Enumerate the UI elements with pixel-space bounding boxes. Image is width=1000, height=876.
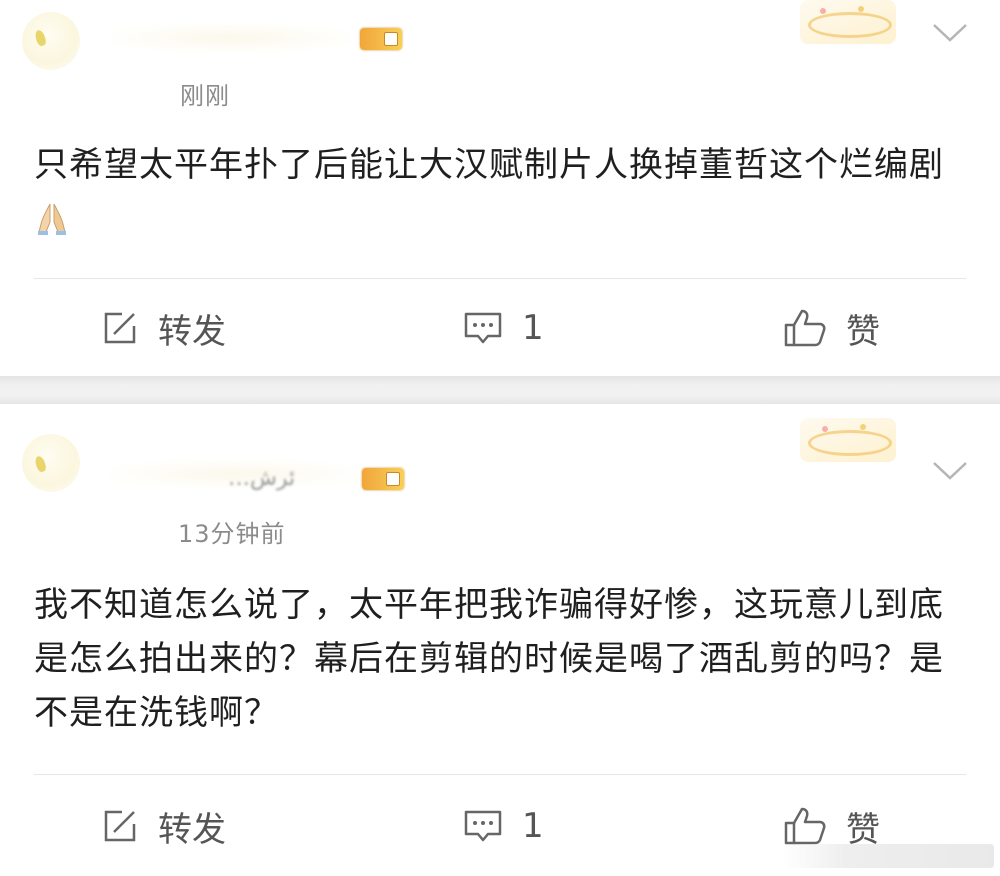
- watermark-overlay: [784, 844, 994, 868]
- chevron-down-icon[interactable]: [930, 458, 970, 484]
- repost-button[interactable]: 转发: [100, 298, 226, 358]
- decoration-card-icon: [800, 418, 896, 462]
- comment-button[interactable]: 1: [462, 796, 544, 856]
- comment-text: 只希望太平年扑了后能让大汉赋制片人换掉董哲这个烂编剧: [34, 138, 974, 252]
- comment-icon: [464, 312, 502, 344]
- repost-label: 转发: [158, 809, 226, 850]
- comment-button[interactable]: 1: [462, 298, 544, 358]
- comment-icon: [464, 810, 502, 842]
- repost-button[interactable]: 转发: [100, 796, 226, 856]
- like-label: 赞: [846, 311, 880, 352]
- thumbs-up-icon: [784, 309, 826, 347]
- action-bar: 转发 1 赞: [0, 298, 1000, 358]
- comment-text-body: 只希望太平年扑了后能让大汉赋制片人换掉董哲这个烂编剧: [34, 145, 944, 185]
- member-badge-icon: [362, 468, 404, 490]
- comment-count: 1: [522, 806, 544, 846]
- user-name[interactable]: …ئرش: [228, 466, 295, 491]
- decoration-card-icon: [800, 0, 896, 44]
- avatar[interactable]: [22, 12, 80, 70]
- pray-hands-icon: [34, 198, 70, 252]
- repost-icon: [104, 312, 136, 344]
- comment-text: 我不知道怎么说了，太平年把我诈骗得好惨，这玩意儿到底是怎么拍出来的？幕后在剪辑的…: [34, 585, 944, 733]
- comment-card: 刚刚 只希望太平年扑了后能让大汉赋制片人换掉董哲这个烂编剧 转发 1 赞: [0, 0, 1000, 376]
- comment-count: 1: [522, 308, 544, 348]
- avatar[interactable]: [22, 434, 80, 492]
- comment-card: …ئرش 13分钟前 我不知道怎么说了，太平年把我诈骗得好惨，这玩意儿到底是怎么…: [0, 404, 1000, 876]
- thumbs-up-icon: [784, 807, 826, 845]
- member-badge-icon: [360, 28, 402, 50]
- post-time: 刚刚: [180, 82, 230, 110]
- post-time: 13分钟前: [178, 520, 286, 548]
- repost-icon: [104, 810, 136, 842]
- feed-separator: [0, 376, 1000, 404]
- divider: [34, 774, 966, 775]
- repost-label: 转发: [158, 311, 226, 352]
- weibo-comment-feed: 刚刚 只希望太平年扑了后能让大汉赋制片人换掉董哲这个烂编剧 转发 1 赞 …ئر…: [0, 0, 1000, 876]
- like-button[interactable]: 赞: [782, 298, 880, 358]
- divider: [34, 278, 966, 279]
- chevron-down-icon[interactable]: [930, 20, 970, 46]
